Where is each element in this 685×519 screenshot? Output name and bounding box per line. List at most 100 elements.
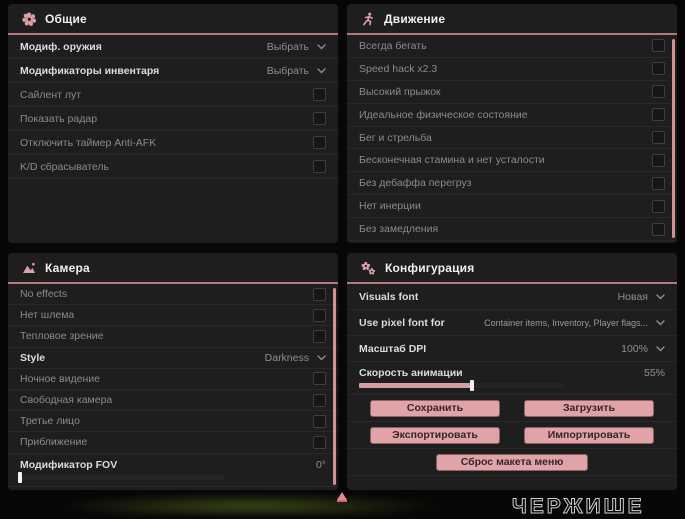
checkbox[interactable] (313, 308, 326, 322)
checkbox[interactable] (313, 393, 326, 407)
panel-header[interactable]: Движение (347, 4, 677, 35)
setting-label: Нет шлема (20, 309, 75, 322)
setting-label: Бег и стрельба (359, 131, 432, 144)
checkbox[interactable] (652, 153, 665, 167)
panel-general: Общие Модиф. оружия Выбрать Модификаторы… (8, 4, 338, 243)
setting-label: Сайлент лут (20, 88, 82, 101)
panel-body: Модиф. оружия Выбрать Модификаторы инвен… (8, 35, 338, 179)
setting-label: Бесконечная стамина и нет усталости (359, 154, 545, 167)
runner-icon (363, 12, 373, 25)
image-icon (23, 262, 35, 273)
setting-row: Нет шлема (8, 305, 338, 327)
setting-row: Модификаторы инвентаря Выбрать (8, 59, 338, 83)
checkbox[interactable] (313, 372, 326, 386)
game-watermark-text: ЧЕРЖИШЕ (512, 495, 645, 519)
chevron-down-icon (656, 293, 665, 299)
setting-label: Модификаторы инвентаря (20, 64, 160, 77)
map-marker-icon (337, 492, 347, 502)
checkbox[interactable] (313, 160, 326, 173)
slider-caption: Скорость анимации 55% (359, 365, 665, 381)
dropdown-value: 100% (621, 342, 648, 355)
setting-row: Speed hack x2.3 (347, 58, 677, 81)
panel-header[interactable]: Конфигурация (347, 253, 677, 284)
export-button[interactable]: Экспортировать (370, 426, 500, 444)
setting-row: Visuals font Новая (347, 284, 677, 310)
checkbox[interactable] (652, 199, 665, 213)
setting-row: Бег и стрельба (347, 127, 677, 150)
scrollbar[interactable] (672, 39, 675, 238)
setting-row: Отключить таймер Anti-AFK (8, 131, 338, 155)
checkbox[interactable] (652, 176, 665, 190)
setting-row: No effects (8, 284, 338, 306)
dropdown-value: Новая (617, 290, 648, 303)
chevron-down-icon (317, 354, 326, 361)
button-row: Сохранить Загрузить (347, 395, 677, 422)
panel-body: No effects Нет шлема Тепловое зрение Sty… (8, 284, 338, 487)
save-button[interactable]: Сохранить (370, 399, 500, 417)
dropdown-value: Выбрать (266, 64, 309, 77)
dropdown[interactable]: Выбрать (267, 41, 326, 53)
checkbox[interactable] (313, 88, 326, 101)
dropdown[interactable]: Container items, Inventory, Player flags… (484, 318, 665, 328)
panel-title: Общие (45, 11, 87, 26)
checkbox[interactable] (652, 108, 665, 122)
checkbox[interactable] (652, 131, 665, 144)
dropdown-value: Container items, Inventory, Player flags… (484, 317, 648, 328)
animation-speed-slider-row: Скорость анимации 55% (347, 362, 677, 395)
panel-header[interactable]: Общие (8, 4, 338, 35)
setting-row: Нет инерции (347, 195, 677, 219)
setting-label: Третье лицо (20, 415, 80, 428)
slider-handle[interactable] (18, 471, 22, 483)
checkbox[interactable] (652, 62, 665, 76)
setting-label: Нет инерции (359, 200, 421, 213)
panel-body: Всегда бегать Speed hack x2.3 Высокий пр… (347, 35, 677, 242)
dropdown[interactable]: Darkness (265, 352, 326, 364)
dropdown[interactable]: 100% (621, 343, 665, 355)
checkbox[interactable] (313, 329, 326, 343)
import-button[interactable]: Импортировать (524, 426, 654, 444)
slider-caption: Модификатор FOV 0° (20, 457, 326, 473)
panel-config: Конфигурация Visuals font Новая Use pixe… (347, 253, 677, 490)
button-row: Экспортировать Импортировать (347, 422, 677, 449)
setting-row: Style Darkness (8, 348, 338, 369)
setting-label: Масштаб DPI (359, 342, 427, 355)
setting-row: Высокий прыжок (347, 81, 677, 104)
checkbox[interactable] (313, 136, 326, 149)
slider-track[interactable] (18, 471, 225, 483)
setting-label: Высокий прыжок (359, 85, 441, 98)
checkbox[interactable] (313, 287, 326, 301)
panel-camera: Камера No effects Нет шлема Тепловое зре… (8, 253, 338, 490)
checkbox[interactable] (652, 85, 665, 99)
slider-track[interactable] (359, 380, 564, 391)
gears-icon (361, 261, 376, 275)
checkbox[interactable] (313, 435, 326, 449)
checkbox[interactable] (313, 414, 326, 428)
setting-row: Ночное видение (8, 369, 338, 390)
game-terrain-glow (55, 493, 445, 515)
setting-label: Приближение (20, 436, 88, 449)
slider-value: 55% (643, 367, 665, 379)
flower-icon (22, 12, 36, 26)
setting-label: Use pixel font for (359, 316, 445, 329)
chevron-down-icon (656, 345, 665, 351)
dropdown-value: Выбрать (266, 40, 309, 53)
setting-label: Отключить таймер Anti-AFK (20, 136, 157, 149)
setting-row: Use pixel font for Container items, Inve… (347, 310, 677, 336)
scrollbar[interactable] (333, 288, 336, 485)
slider-handle[interactable] (469, 380, 474, 391)
setting-row: K/D сбрасыватель (8, 155, 338, 179)
panel-header[interactable]: Камера (8, 253, 338, 284)
setting-row: Масштаб DPI 100% (347, 336, 677, 362)
checkbox[interactable] (652, 39, 665, 53)
load-button[interactable]: Загрузить (524, 399, 654, 417)
setting-label: K/D сбрасыватель (20, 160, 110, 173)
setting-label: Speed hack x2.3 (359, 62, 438, 75)
chevron-down-icon (317, 43, 326, 49)
dropdown[interactable]: Выбрать (267, 65, 326, 77)
dropdown[interactable]: Новая (618, 291, 665, 303)
reset-menu-layout-button[interactable]: Сброс макета меню (436, 453, 588, 471)
checkbox[interactable] (313, 112, 326, 125)
panel-title: Камера (45, 260, 90, 275)
checkbox[interactable] (652, 222, 665, 236)
setting-row: Третье лицо (8, 411, 338, 433)
